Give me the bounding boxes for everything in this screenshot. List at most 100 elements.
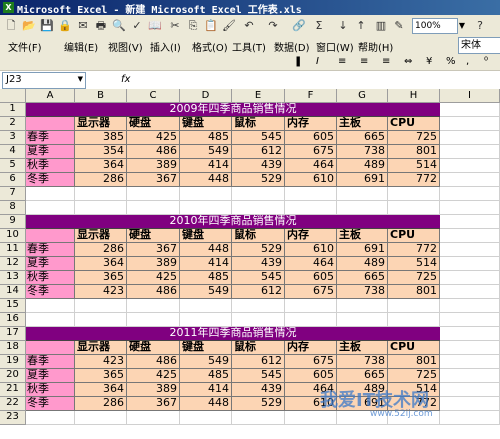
bold-icon[interactable]: ❚ (294, 56, 302, 68)
column-label[interactable]: 内存 (285, 341, 337, 355)
cell[interactable] (232, 201, 285, 215)
value-cell[interactable]: 529 (232, 243, 285, 257)
cell[interactable] (388, 313, 440, 327)
cell[interactable] (440, 215, 500, 229)
comma-style-icon[interactable]: , (466, 56, 469, 68)
value-cell[interactable]: 529 (232, 397, 285, 411)
cell[interactable] (285, 299, 337, 313)
value-cell[interactable]: 738 (337, 285, 388, 299)
cell[interactable] (180, 187, 232, 201)
value-cell[interactable]: 514 (388, 257, 440, 271)
chevron-down-icon[interactable]: ▼ (457, 18, 467, 33)
cell[interactable] (285, 313, 337, 327)
cell[interactable] (440, 313, 500, 327)
season-label[interactable]: 秋季 (26, 383, 75, 397)
row-header-11[interactable]: 11 (0, 243, 26, 257)
value-cell[interactable]: 448 (180, 173, 232, 187)
align-right-icon[interactable]: ≡ (382, 56, 390, 68)
value-cell[interactable]: 439 (232, 383, 285, 397)
drawing-icon[interactable]: ✎ (391, 18, 407, 33)
cell[interactable] (440, 341, 500, 355)
column-header-h[interactable]: H (388, 89, 440, 103)
column-header-g[interactable]: G (337, 89, 388, 103)
research-icon[interactable]: 📖 (147, 18, 163, 33)
season-label[interactable]: 夏季 (26, 145, 75, 159)
value-cell[interactable]: 286 (75, 397, 127, 411)
value-cell[interactable]: 725 (388, 369, 440, 383)
value-cell[interactable]: 414 (180, 159, 232, 173)
table-title[interactable]: 2011年四季商品销售情况 (26, 327, 440, 341)
menu-tools[interactable]: 工具(T) (232, 39, 266, 54)
season-label[interactable]: 春季 (26, 355, 75, 369)
menu-insert[interactable]: 插入(I) (150, 39, 181, 54)
value-cell[interactable]: 486 (127, 145, 180, 159)
value-cell[interactable]: 605 (285, 271, 337, 285)
cell[interactable] (388, 201, 440, 215)
table-title[interactable]: 2009年四季商品销售情况 (26, 103, 440, 117)
value-cell[interactable]: 485 (180, 369, 232, 383)
column-label[interactable]: CPU (388, 341, 440, 355)
value-cell[interactable]: 675 (285, 145, 337, 159)
season-label[interactable]: 冬季 (26, 397, 75, 411)
value-cell[interactable]: 389 (127, 383, 180, 397)
value-cell[interactable]: 364 (75, 257, 127, 271)
value-cell[interactable]: 414 (180, 383, 232, 397)
value-cell[interactable]: 725 (388, 271, 440, 285)
value-cell[interactable]: 286 (75, 173, 127, 187)
column-label[interactable]: 鼠标 (232, 229, 285, 243)
zoom-select[interactable]: 100% (412, 18, 458, 34)
hyperlink-icon[interactable]: 🔗 (291, 18, 307, 33)
cell[interactable] (127, 187, 180, 201)
select-all-corner[interactable] (0, 89, 26, 103)
value-cell[interactable]: 425 (127, 131, 180, 145)
cell[interactable] (75, 299, 127, 313)
cell[interactable] (440, 355, 500, 369)
format-painter-icon[interactable]: 🖌 (221, 18, 237, 33)
cell[interactable] (440, 369, 500, 383)
value-cell[interactable]: 367 (127, 243, 180, 257)
value-cell[interactable]: 464 (285, 257, 337, 271)
table-title[interactable]: 2010年四季商品销售情况 (26, 215, 440, 229)
season-label[interactable]: 冬季 (26, 285, 75, 299)
paste-icon[interactable]: 📋 (203, 18, 219, 33)
cut-icon[interactable]: ✂ (167, 18, 183, 33)
value-cell[interactable]: 545 (232, 271, 285, 285)
cell[interactable] (26, 411, 75, 425)
cell[interactable] (127, 299, 180, 313)
cell[interactable] (26, 201, 75, 215)
value-cell[interactable]: 286 (75, 243, 127, 257)
align-center-icon[interactable]: ≡ (360, 56, 368, 68)
season-label[interactable]: 春季 (26, 131, 75, 145)
column-label[interactable]: 主板 (337, 229, 388, 243)
column-label[interactable]: CPU (388, 117, 440, 131)
column-label[interactable]: 鼠标 (232, 341, 285, 355)
value-cell[interactable]: 665 (337, 131, 388, 145)
menu-view[interactable]: 视图(V) (108, 39, 143, 54)
value-cell[interactable]: 675 (285, 285, 337, 299)
row-header-17[interactable]: 17 (0, 327, 26, 341)
value-cell[interactable]: 364 (75, 383, 127, 397)
value-cell[interactable]: 605 (285, 131, 337, 145)
cell[interactable] (440, 159, 500, 173)
chart-wizard-icon[interactable]: ▥ (373, 18, 389, 33)
cell[interactable] (127, 201, 180, 215)
autosum-icon[interactable]: Σ (311, 18, 327, 33)
column-label[interactable]: 硬盘 (127, 229, 180, 243)
chevron-down-icon[interactable]: ▼ (78, 75, 83, 83)
column-header-c[interactable]: C (127, 89, 180, 103)
header-corner-cell[interactable] (26, 117, 75, 131)
cell[interactable] (440, 327, 500, 341)
row-header-7[interactable]: 7 (0, 187, 26, 201)
value-cell[interactable]: 738 (337, 145, 388, 159)
value-cell[interactable]: 489 (337, 159, 388, 173)
cell[interactable] (180, 411, 232, 425)
cell[interactable] (75, 313, 127, 327)
value-cell[interactable]: 365 (75, 271, 127, 285)
value-cell[interactable]: 448 (180, 397, 232, 411)
cell[interactable] (440, 285, 500, 299)
value-cell[interactable]: 425 (127, 271, 180, 285)
print-preview-icon[interactable]: 🔍 (111, 18, 127, 33)
row-header-5[interactable]: 5 (0, 159, 26, 173)
sort-descending-icon[interactable]: ↑ (353, 18, 369, 33)
undo-icon[interactable]: ↶ (241, 18, 257, 33)
